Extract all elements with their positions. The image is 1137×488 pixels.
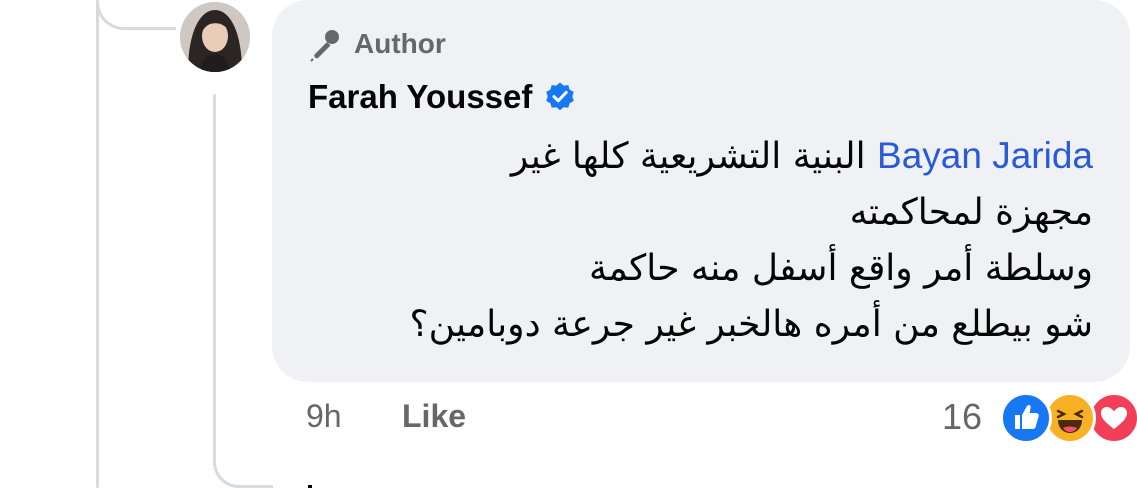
commenter-name[interactable]: Farah Youssef: [308, 78, 532, 116]
next-comment-edge: [300, 478, 324, 488]
microphone-icon: [310, 30, 339, 62]
verified-badge-icon: [546, 82, 575, 111]
author-badge: Author: [308, 26, 446, 62]
like-reaction-icon: [1000, 392, 1052, 444]
thread-connector-top: [96, 0, 176, 30]
comment-line-2: مجهزة لمحاكمته: [849, 192, 1093, 233]
reactions-summary[interactable]: [1000, 392, 1137, 448]
mention-link[interactable]: Bayan Jarida: [877, 135, 1093, 176]
author-badge-label: Author: [354, 28, 446, 59]
avatar-image: [180, 2, 250, 72]
comment-body: Bayan Jarida البنية التشريعية كلها غير م…: [313, 128, 1093, 353]
comment-timestamp[interactable]: 9h: [306, 398, 342, 435]
comment-line-4: شو بيطلع من أمره هالخبر غير جرعة دوبامين…: [409, 304, 1093, 345]
avatar[interactable]: [180, 2, 250, 72]
comment-text-1: البنية التشريعية كلها غير: [510, 136, 866, 177]
reaction-count[interactable]: 16: [942, 396, 982, 438]
thread-line-inner: [213, 94, 216, 464]
thread-line-outer: [96, 0, 99, 488]
thread-connector-bottom: [213, 440, 273, 488]
commenter-row: Farah Youssef: [308, 78, 576, 116]
comment-line-1: Bayan Jarida البنية التشريعية كلها غير: [313, 128, 1093, 185]
like-button[interactable]: Like: [402, 398, 466, 435]
comment-line-3: وسلطة أمر واقع أسفل منه حاكمة: [589, 248, 1093, 289]
